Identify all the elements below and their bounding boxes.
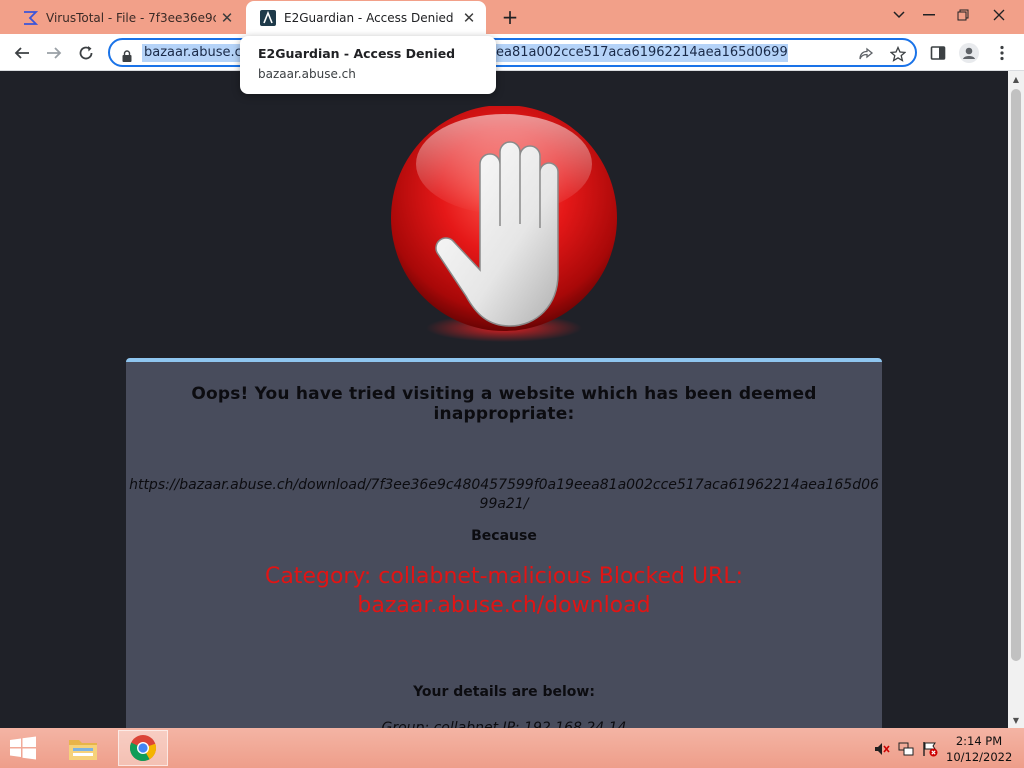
restore-icon[interactable] [946,0,980,30]
user-details: Group: collabnet IP: 192.168.24.14 [381,720,627,728]
details-heading: Your details are below: [413,684,595,700]
action-center-flag-icon[interactable] [922,741,938,757]
close-icon[interactable]: ✕ [216,7,238,29]
url-text-start[interactable]: bazaar.abuse.ch [142,44,242,62]
tab-title: VirusTotal - File - 7f3ee36e9c480 [46,10,216,25]
page-viewport: Oops! You have tried visiting a website … [0,71,1008,728]
lock-icon[interactable] [122,47,132,66]
virustotal-sigma-icon [22,10,38,26]
bookmark-star-icon[interactable] [888,44,908,64]
new-tab-button[interactable]: + [498,5,522,29]
tab-strip: VirusTotal - File - 7f3ee36e9c480 ✕ E2Gu… [0,0,1024,34]
hover-card-domain: bazaar.abuse.ch [258,67,356,81]
back-arrow-icon[interactable] [8,39,36,67]
volume-muted-icon[interactable] [874,741,890,757]
access-denied-panel: Oops! You have tried visiting a website … [126,358,882,728]
because-label: Because [471,528,537,544]
share-icon[interactable] [856,44,876,64]
forward-arrow-icon[interactable] [40,39,68,67]
file-explorer-icon[interactable] [58,730,108,766]
side-panel-icon[interactable] [928,43,948,63]
scroll-down-arrow-icon[interactable]: ▼ [1008,712,1024,728]
windows-start-icon[interactable] [8,736,38,760]
chevron-down-icon[interactable] [882,0,916,30]
close-window-icon[interactable] [982,0,1016,30]
close-icon[interactable]: ✕ [458,7,480,29]
hover-card-title: E2Guardian - Access Denied [258,46,456,61]
blocked-url: https://bazaar.abuse.ch/download/7f3ee36… [129,477,879,512]
profile-avatar-icon[interactable] [959,43,979,63]
url-text-end[interactable]: ea81a002cce517aca61962214aea165d0699a21/ [494,44,788,62]
page-title: Oops! You have tried visiting a website … [191,384,817,424]
scroll-thumb[interactable] [1011,89,1021,661]
tab-virustotal[interactable]: VirusTotal - File - 7f3ee36e9c480 ✕ [8,1,244,34]
system-clock[interactable]: 2:14 PM 10/12/2022 [946,733,1012,765]
stop-hand-icon [391,106,617,342]
browser-toolbar: bazaar.abuse.ch ea81a002cce517aca6196221… [0,34,1024,71]
page-scrollbar[interactable]: ▲ ▼ [1008,71,1024,728]
reload-icon[interactable] [72,39,100,67]
block-reason: Category: collabnet-malicious Blocked UR… [264,564,744,618]
clock-date: 10/12/2022 [946,750,1013,764]
tab-e2guardian[interactable]: E2Guardian - Access Denied ✕ [246,1,486,34]
address-bar[interactable]: bazaar.abuse.ch ea81a002cce517aca6196221… [108,38,917,67]
e2guardian-icon [260,9,276,26]
minimize-icon[interactable] [912,0,946,30]
network-icon[interactable] [898,741,914,757]
scroll-up-arrow-icon[interactable]: ▲ [1008,71,1024,87]
tab-hover-card: E2Guardian - Access Denied bazaar.abuse.… [240,36,496,94]
chrome-icon[interactable] [118,730,168,766]
tab-title: E2Guardian - Access Denied [284,10,454,25]
clock-time: 2:14 PM [955,734,1003,748]
menu-kebab-icon[interactable] [992,43,1012,63]
taskbar: 2:14 PM 10/12/2022 [0,728,1024,768]
